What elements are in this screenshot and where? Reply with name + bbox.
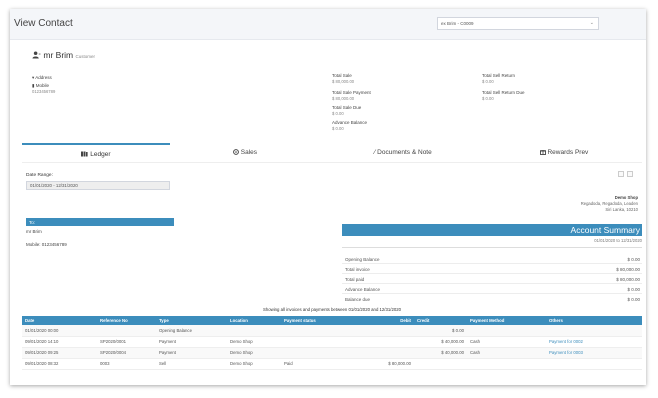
divider (342, 247, 642, 248)
column-header[interactable]: Type (156, 316, 227, 325)
page-title: View Contact (14, 18, 73, 29)
tab-rewards[interactable]: Rewards Prev (486, 143, 642, 163)
total-sell-return-due-value: $ 0.00 (482, 96, 494, 101)
tab-sales[interactable]: Sales (170, 143, 320, 163)
total-sell-return-label: Total Sell Return (482, 73, 516, 78)
account-summary-range: 01/01/2020 to 12/31/2020 (594, 238, 642, 243)
payment-link[interactable]: Payment for 0003 (546, 347, 642, 359)
date-range-label: Date Range: (26, 173, 53, 178)
summary-row: Balance due $ 0.00 (345, 297, 640, 302)
tab-documents-note[interactable]: ⁄ Documents & Note (320, 143, 486, 163)
app-window: View Contact ex Brim - C0009 ⌄ mr Brim C… (10, 9, 646, 385)
payment-link[interactable]: Payment for 0002 (546, 336, 642, 348)
to-header: To: (26, 218, 174, 226)
total-sale-due-label: Total Sale Due (332, 105, 362, 110)
total-sell-return-value: $ 0.00 (482, 79, 494, 84)
total-sell-return-due-label: Total Sell Return Due (482, 90, 525, 95)
business-address-line2: Siri Lanka, 10210 (605, 207, 638, 212)
account-summary-header: Account Summary (342, 224, 642, 236)
user-icon (32, 51, 41, 59)
contact-select[interactable]: ex Brim - C0009 ⌄ (437, 17, 599, 30)
total-sale-label: Total Sale (332, 73, 352, 78)
table-row: 09/01/2020 08:32 0003 Sell Demo Shop Pai… (22, 358, 642, 370)
to-name: mr Brim (26, 229, 42, 234)
gift-icon (539, 150, 546, 155)
ledger-icon (81, 151, 89, 157)
total-sale-payment-label: Total Sale Payment (332, 90, 371, 95)
total-sale-value: $ 80,000.00 (332, 79, 355, 84)
chevron-down-icon: ⌄ (589, 20, 594, 26)
total-sale-payment-value: $ 80,000.00 (332, 96, 355, 101)
table-header-row: Date Reference No Type Location Payment … (22, 316, 642, 325)
table-row: 09/01/2020 14:10 SP2020/0001 Payment Dem… (22, 336, 642, 348)
address-label: ▾ Address (32, 75, 52, 80)
table-row: 01/01/2020 00:00 Opening Balance $ 0.00 (22, 325, 642, 337)
page-header: View Contact ex Brim - C0009 ⌄ (10, 9, 646, 40)
table-row: 09/01/2020 09:25 SP2020/0004 Payment Dem… (22, 347, 642, 359)
ledger-table: Date Reference No Type Location Payment … (22, 316, 642, 370)
print-icon[interactable] (618, 171, 624, 177)
business-name: Demo Shop (614, 195, 638, 200)
contact-type-tag: Customer (75, 54, 96, 59)
date-range-input[interactable]: 01/01/2020 - 12/31/2020 (26, 181, 170, 190)
contact-select-value: ex Brim - C0009 (441, 21, 474, 26)
ledger-pane: Date Range: 01/01/2020 - 12/31/2020 Demo… (22, 164, 642, 384)
column-header[interactable]: Date (22, 316, 97, 325)
advance-balance-value: $ 0.00 (332, 126, 344, 131)
summary-row: Opening Balance $ 0.00 (342, 254, 642, 264)
summary-row: Total paid $ 80,000.00 (342, 274, 642, 284)
contact-info-box: mr Brim Customer ▾ Address ▮ Mobile 0123… (22, 42, 642, 139)
total-sale-due-value: $ 0.00 (332, 111, 344, 116)
tab-ledger[interactable]: Ledger (22, 143, 170, 163)
sales-icon (233, 149, 239, 155)
pdf-icon[interactable] (627, 171, 633, 177)
column-header[interactable]: Others (546, 316, 642, 325)
contact-name: mr Brim (43, 50, 74, 60)
column-header[interactable]: Reference No (97, 316, 156, 325)
tab-bar: Ledger Sales ⁄ Documents & Note Rewards … (22, 143, 642, 163)
mobile-value: 0123456789 (32, 89, 56, 94)
mobile-icon: ▮ (32, 83, 35, 88)
advance-balance-label: Advance Balance (332, 120, 368, 125)
summary-row: Advance Balance $ 0.00 (342, 284, 642, 294)
column-header[interactable]: Payment status (281, 316, 346, 325)
column-header[interactable]: Debit (346, 316, 414, 325)
column-header[interactable]: Location (227, 316, 281, 325)
to-mobile: Mobile: 0123456789 (26, 242, 67, 247)
summary-row: Total invoice $ 80,000.00 (342, 264, 642, 274)
map-marker-icon: ▾ (32, 75, 35, 80)
column-header[interactable]: Credit (414, 316, 467, 325)
paperclip-icon: ⁄ (374, 149, 376, 156)
contact-heading: mr Brim Customer (32, 50, 95, 60)
business-address-line1: Regadoda, Regadoda, Leaden (580, 201, 638, 206)
column-header[interactable]: Payment Method (467, 316, 546, 325)
ledger-range-note: Showing all invoices and payments betwee… (262, 307, 402, 312)
